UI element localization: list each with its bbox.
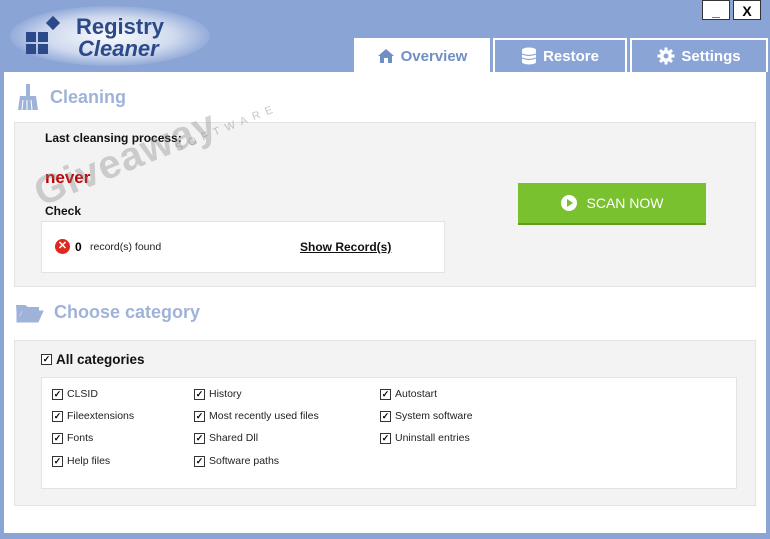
category-checkbox[interactable]: ✓ Help files [52,455,110,467]
category-checkbox[interactable]: ✓ CLSID [52,388,98,400]
close-button[interactable]: X [733,0,761,20]
category-label: History [209,388,242,400]
check-result-box: ✕ 0 record(s) found Show Record(s) [41,221,445,273]
checkbox-check: ✓ [52,410,63,422]
checkbox-check: ✓ [194,432,205,444]
tab-restore[interactable]: Restore [493,38,627,72]
cleaning-heading-text: Cleaning [50,86,127,107]
category-checkbox[interactable]: ✓ Fileextensions [52,410,134,422]
checkbox-check: ✓ [52,388,63,400]
home-icon [377,49,394,63]
category-panel: ✓ All categories ✓ CLSID ✓ History ✓ Autost… [14,340,756,506]
show-records-link[interactable]: Show Record(s) [300,240,391,254]
category-checkbox[interactable]: ✓ History [194,388,242,400]
checkbox-check: ✓ [194,410,205,422]
category-label: Fileextensions [67,410,135,422]
scan-now-label: SCAN NOW [586,195,664,211]
category-label: Shared Dll [209,432,259,444]
records-found-text: record(s) found [90,241,162,253]
last-cleansing-value: never [45,168,91,187]
category-checkbox[interactable]: ✓ Software paths [194,455,279,467]
category-label: Most recently used files [209,410,319,422]
category-checkbox[interactable]: ✓ Most recently used files [194,410,319,422]
tab-overview-label: Overview [400,47,468,65]
category-label: Help files [67,455,111,467]
tab-settings[interactable]: Settings [630,38,768,72]
database-icon [521,47,537,65]
overview-content: Cleaning Last cleansing process: never C… [4,72,766,533]
category-label: Fonts [67,432,94,444]
category-label: System software [395,410,473,422]
app-title-line2: Cleaner [78,36,159,61]
error-icon: ✕ [55,239,70,254]
checkbox-check: ✓ [380,410,391,422]
last-cleansing-label: Last cleansing process: [45,131,182,145]
checkbox-check: ✓ [52,455,63,467]
app-title: Registry Cleaner [76,16,164,60]
gear-icon [657,47,675,65]
cleaning-heading: Cleaning [16,84,126,110]
category-checkbox[interactable]: ✓ Autostart [380,388,437,400]
checkbox-check: ✓ [194,455,205,467]
all-categories-checkbox[interactable]: ✓ All categories [41,352,145,367]
play-icon [560,195,577,211]
category-list: ✓ CLSID ✓ History ✓ Autostart ✓ Fileextensio… [41,377,737,489]
checkbox-check: ✓ [41,354,52,365]
registry-logo-icon [26,15,61,54]
title-bar: Registry Cleaner _ X Overview Restore Se… [0,0,770,72]
checkbox-check: ✓ [194,388,205,400]
app-logo: Registry Cleaner [24,14,194,62]
scan-now-button[interactable]: SCAN NOW [518,183,706,225]
category-label: Autostart [395,388,438,400]
all-categories-label: All categories [56,352,145,367]
category-label: Uninstall entries [395,432,470,444]
checkbox-check: ✓ [52,432,63,444]
tab-overview[interactable]: Overview [354,38,490,72]
category-label: CLSID [67,388,98,400]
category-label: Software paths [209,455,280,467]
checkbox-check: ✓ [380,432,391,444]
folder-icon [16,304,44,322]
broom-icon [18,84,38,110]
tab-restore-label: Restore [543,47,599,65]
category-checkbox[interactable]: ✓ Shared Dll [194,432,258,444]
category-checkbox[interactable]: ✓ Fonts [52,432,93,444]
category-heading: Choose category [16,302,200,323]
category-checkbox[interactable]: ✓ Uninstall entries [380,432,470,444]
tab-settings-label: Settings [681,47,741,65]
category-heading-text: Choose category [54,302,201,322]
record-count: 0 [75,240,82,254]
category-checkbox[interactable]: ✓ System software [380,410,473,422]
check-label: Check [45,204,82,218]
minimize-button[interactable]: _ [702,0,730,20]
checkbox-check: ✓ [380,388,391,400]
